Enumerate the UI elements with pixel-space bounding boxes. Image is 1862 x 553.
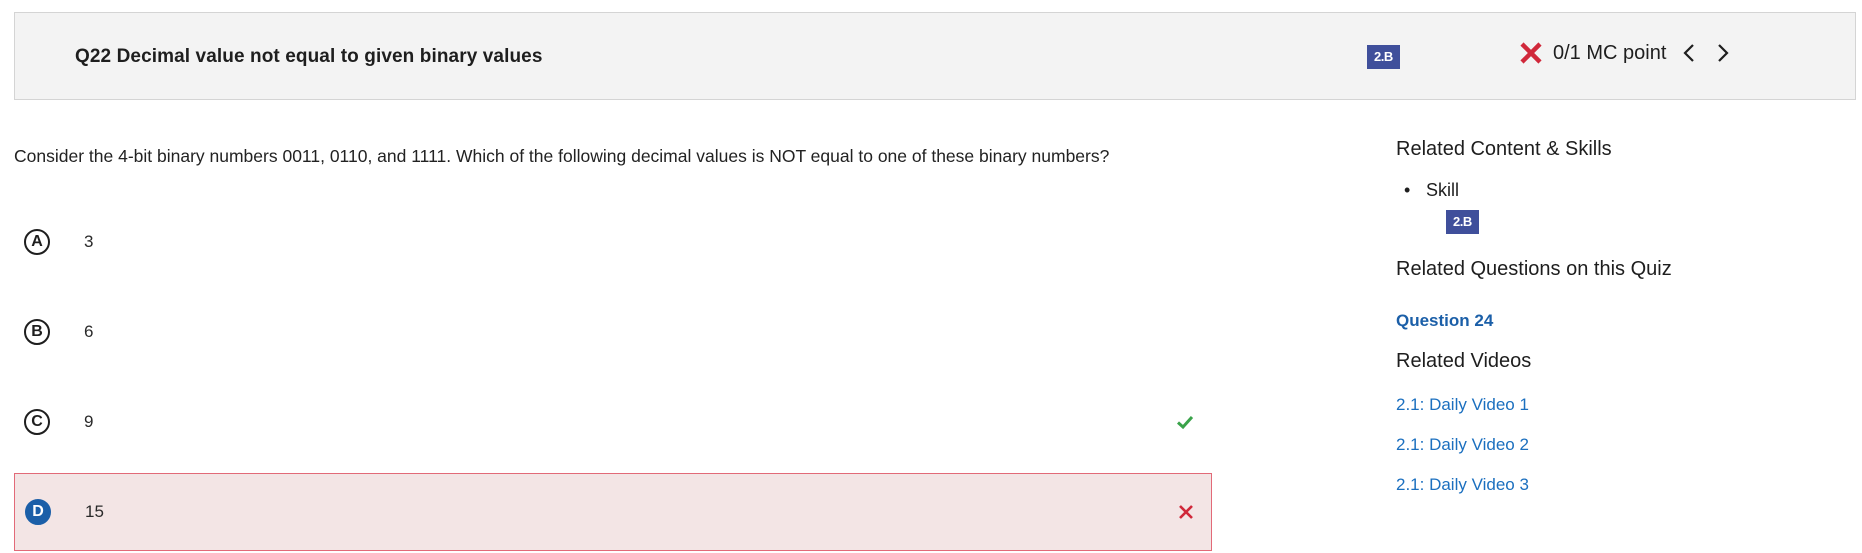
x-icon <box>1519 41 1543 65</box>
video-link[interactable]: 2.1: Daily Video 3 <box>1396 475 1529 495</box>
answer-choice-c[interactable]: C 9 <box>14 383 1212 461</box>
choice-value: 15 <box>85 502 104 521</box>
score-text: 0/1 MC point <box>1553 41 1667 64</box>
skill-label: Skill <box>1426 180 1460 200</box>
question-title: Q22 Decimal value not equal to given bin… <box>75 46 543 67</box>
choice-letter: C <box>24 409 50 435</box>
chevron-right-icon[interactable] <box>1712 41 1734 65</box>
question-text: Consider the 4-bit binary numbers 0011, … <box>14 146 1110 166</box>
answer-choice-a[interactable]: A 3 <box>14 203 1212 281</box>
video-link[interactable]: 2.1: Daily Video 1 <box>1396 395 1529 415</box>
choice-letter: A <box>24 229 50 255</box>
check-icon <box>1176 413 1194 431</box>
choice-letter: B <box>24 319 50 345</box>
skill-list-item: • Skill <box>1404 180 1460 200</box>
chevron-left-icon[interactable] <box>1678 41 1700 65</box>
related-content-heading: Related Content & Skills <box>1396 138 1612 160</box>
choice-value: 3 <box>84 232 94 251</box>
answer-choice-d[interactable]: D 15 <box>14 473 1212 551</box>
related-question-link[interactable]: Question 24 <box>1396 311 1493 331</box>
choice-value: 9 <box>84 412 94 431</box>
skill-badge[interactable]: 2.B <box>1367 45 1400 69</box>
answer-choice-b[interactable]: B 6 <box>14 293 1212 371</box>
question-header: Q22 Decimal value not equal to given bin… <box>14 12 1856 100</box>
skill-badge[interactable]: 2.B <box>1446 210 1479 234</box>
related-questions-heading: Related Questions on this Quiz <box>1396 258 1672 280</box>
score-area: 0/1 MC point <box>1519 41 1734 65</box>
x-icon <box>1177 503 1195 521</box>
video-link[interactable]: 2.1: Daily Video 2 <box>1396 435 1529 455</box>
choice-letter: D <box>25 499 51 525</box>
related-videos-heading: Related Videos <box>1396 350 1532 372</box>
choice-value: 6 <box>84 322 94 341</box>
